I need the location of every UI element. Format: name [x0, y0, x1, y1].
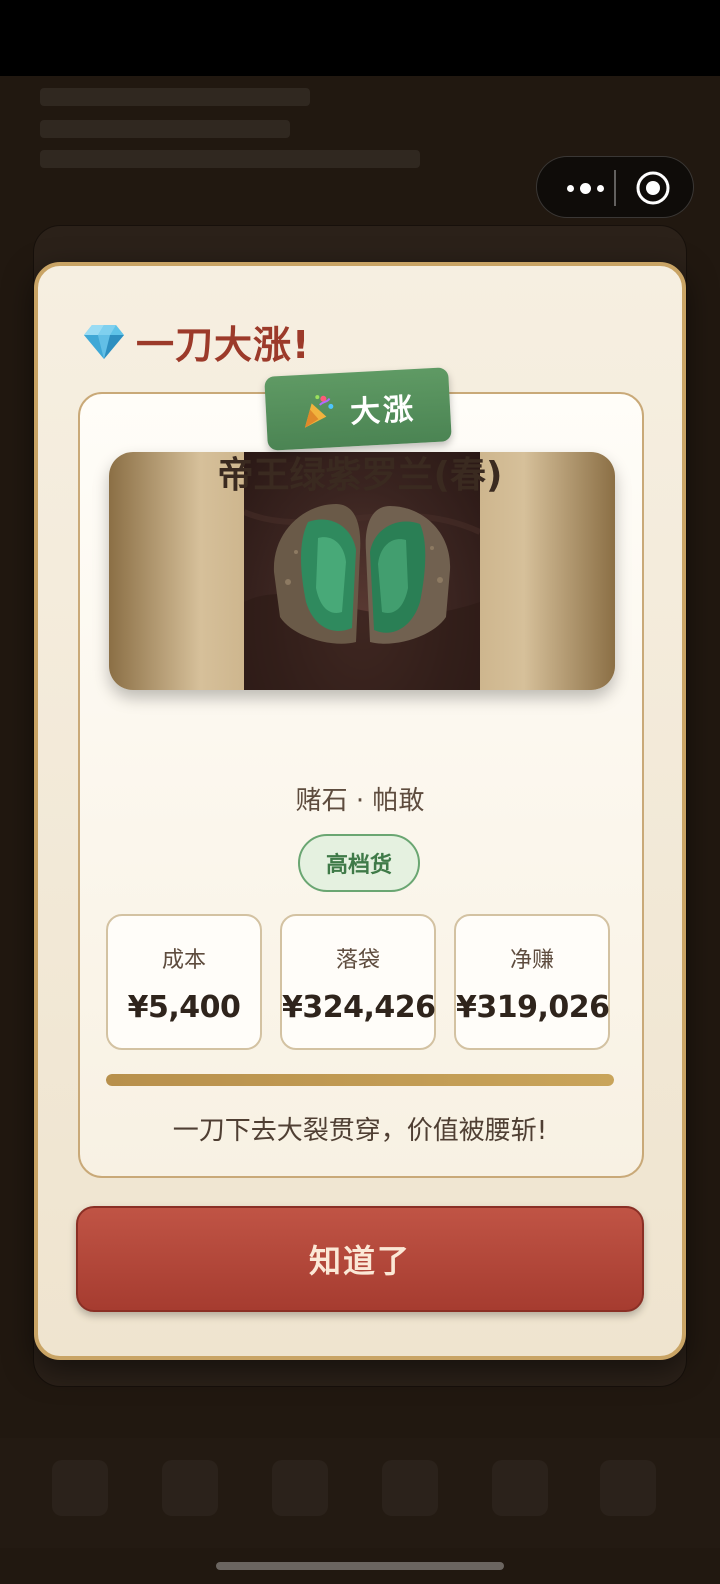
background-text-line	[40, 150, 420, 168]
background-tab	[382, 1460, 438, 1516]
background-tab	[52, 1460, 108, 1516]
acknowledge-button[interactable]: 知道了	[76, 1206, 644, 1312]
background-tab	[272, 1460, 328, 1516]
target-close-icon[interactable]	[635, 170, 671, 206]
background-tab	[600, 1460, 656, 1516]
result-badge-label: 大涨	[349, 391, 418, 431]
background-text-line	[40, 88, 310, 106]
stat-label: 成本	[161, 948, 206, 973]
stat-cost: 成本 ¥5,400	[106, 914, 262, 1050]
status-bar	[0, 0, 720, 76]
gem-icon	[84, 325, 124, 359]
stone-type: 赌石 · 帕敢	[295, 786, 425, 816]
home-indicator	[216, 1562, 504, 1570]
miniprogram-capsule	[536, 156, 694, 218]
stat-value: ¥324,426	[282, 990, 436, 1025]
stat-label: 落袋	[335, 948, 380, 973]
more-dots-icon[interactable]	[555, 157, 615, 219]
result-badge: 大涨	[264, 367, 452, 451]
background-tab	[162, 1460, 218, 1516]
background-text-line	[40, 120, 290, 138]
stat-payout: 落袋 ¥324,426	[280, 914, 436, 1050]
stat-label: 净赚	[509, 948, 554, 973]
progress-fill	[106, 1074, 614, 1086]
result-progress-bar	[106, 1074, 614, 1086]
capsule-divider	[614, 170, 616, 206]
modal-title-text: 一刀大涨!	[136, 322, 311, 367]
background-tab	[492, 1460, 548, 1516]
party-popper-icon	[304, 395, 334, 428]
grade-badge: 高档货	[298, 834, 420, 892]
modal-title: 一刀大涨!	[82, 318, 310, 367]
stat-net-profit: 净赚 ¥319,026	[454, 914, 610, 1050]
result-message: 一刀下去大裂贯穿，价值被腰斩!	[172, 1116, 548, 1146]
stat-value: ¥5,400	[127, 990, 241, 1025]
stone-name: 帝王绿紫罗兰(春)	[217, 455, 503, 496]
stat-value: ¥319,026	[456, 990, 610, 1025]
